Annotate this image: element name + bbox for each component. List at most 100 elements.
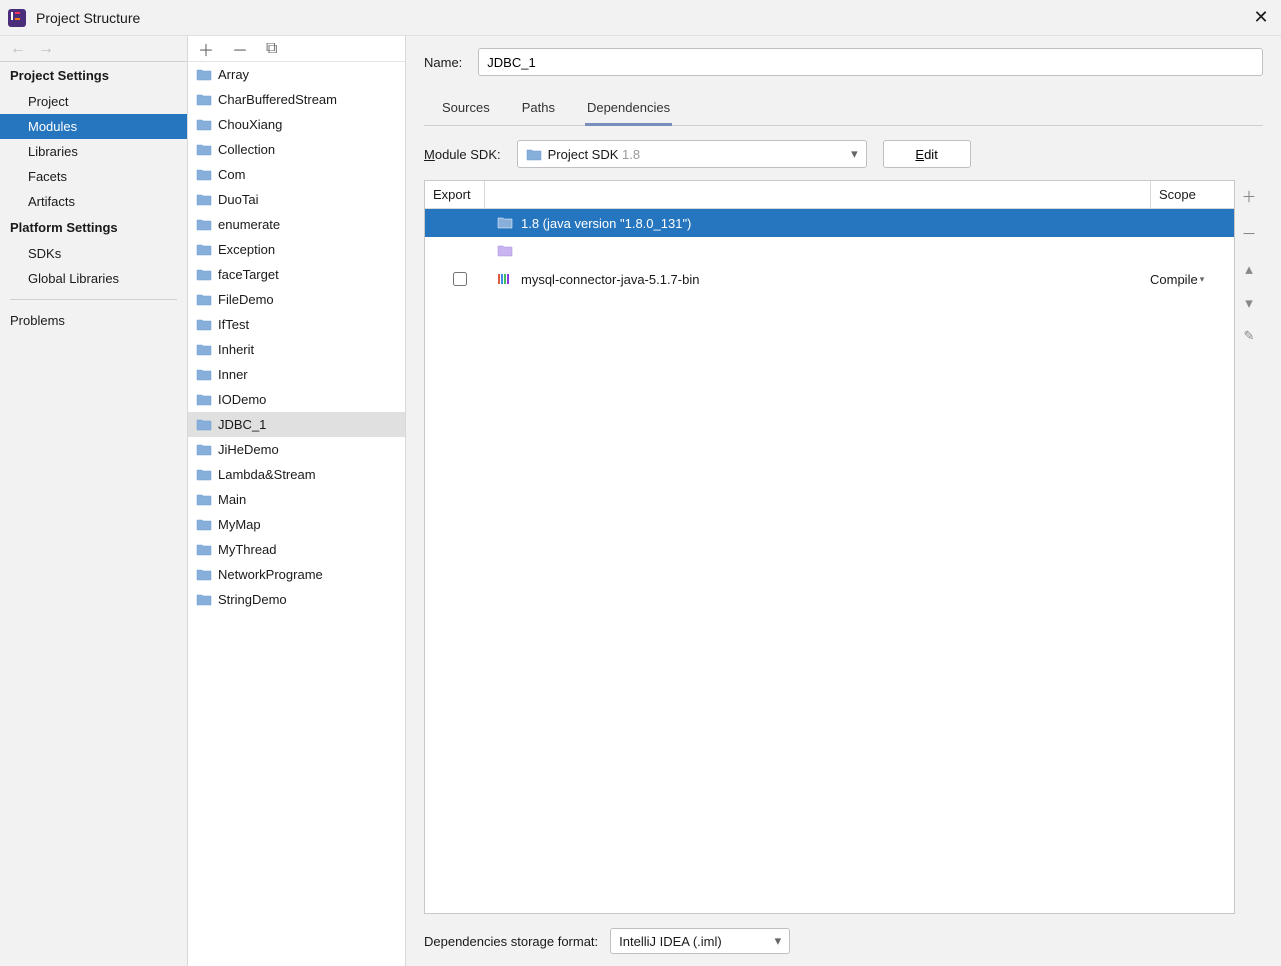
close-icon[interactable]: ✕ [1249,6,1273,30]
module-item-label: JDBC_1 [218,417,266,432]
folder-icon [196,118,212,131]
edit-sdk-button[interactable]: Edit [883,140,971,168]
module-item-label: JiHeDemo [218,442,279,457]
add-dep-icon[interactable]: ＋ [1241,186,1256,207]
module-item[interactable]: Lambda&Stream [188,462,405,487]
dependency-name: mysql-connector-java-5.1.7-bin [521,272,1142,287]
folder-icon [196,93,212,106]
module-item[interactable]: FileDemo [188,287,405,312]
chevron-down-icon: ▾ [851,146,858,162]
folder-icon [196,568,212,581]
tab-sources[interactable]: Sources [440,94,492,125]
sidebar-item-facets[interactable]: Facets [0,164,187,189]
module-item-label: Com [218,167,245,182]
tab-paths[interactable]: Paths [520,94,557,125]
nav-forward-icon[interactable]: → [38,40,54,58]
module-item[interactable]: MyThread [188,537,405,562]
scope-column-header[interactable]: Scope [1150,181,1234,208]
copy-module-icon[interactable]: ⧉ [266,40,277,58]
add-module-icon[interactable]: ＋ [198,37,214,61]
module-item-label: enumerate [218,217,280,232]
module-item-label: IODemo [218,392,266,407]
module-item[interactable]: JDBC_1 [188,412,405,437]
module-source-icon [497,244,513,258]
module-item-label: MyThread [218,542,277,557]
sidebar-item-global-libraries[interactable]: Global Libraries [0,266,187,291]
deps-actions: ＋ － ▴ ▾ ✎ [1235,180,1263,914]
export-checkbox[interactable] [453,272,467,286]
remove-module-icon[interactable]: － [232,37,248,61]
sidebar-item-project[interactable]: Project [0,89,187,114]
sidebar-item-sdks[interactable]: SDKs [0,241,187,266]
dependency-row[interactable] [425,237,1234,265]
titlebar: Project Structure ✕ [0,0,1281,36]
sidebar-item-libraries[interactable]: Libraries [0,139,187,164]
export-column-header[interactable]: Export [425,181,485,208]
module-item[interactable]: Array [188,62,405,87]
folder-icon [196,518,212,531]
module-item[interactable]: MyMap [188,512,405,537]
module-item[interactable]: ChouXiang [188,112,405,137]
deps-header: Export Scope [425,181,1234,209]
modules-toolbar: ＋ － ⧉ [188,36,405,62]
folder-icon [196,268,212,281]
sidebar-item-problems[interactable]: Problems [0,308,187,333]
module-item-label: Collection [218,142,275,157]
module-item-label: DuoTai [218,192,258,207]
module-name-input[interactable] [478,48,1263,76]
module-item[interactable]: Exception [188,237,405,262]
storage-format-value: IntelliJ IDEA (.iml) [619,934,768,949]
folder-icon [196,293,212,306]
module-item[interactable]: IODemo [188,387,405,412]
move-up-icon[interactable]: ▴ [1245,260,1253,278]
folder-icon [196,343,212,356]
module-item[interactable]: Inner [188,362,405,387]
module-item[interactable]: StringDemo [188,587,405,612]
sidebar-item-artifacts[interactable]: Artifacts [0,189,187,214]
dependency-row[interactable]: mysql-connector-java-5.1.7-binCompile ▾ [425,265,1234,293]
module-item[interactable]: Collection [188,137,405,162]
edit-dep-icon[interactable]: ✎ [1244,328,1255,344]
move-down-icon[interactable]: ▾ [1245,294,1253,312]
module-item-label: MyMap [218,517,261,532]
folder-icon [196,168,212,181]
folder-icon [196,468,212,481]
module-item[interactable]: DuoTai [188,187,405,212]
sdk-folder-icon [497,216,513,230]
folder-icon [526,148,542,161]
module-item[interactable]: NetworkPrograme [188,562,405,587]
module-item-label: Array [218,67,249,82]
storage-format-select[interactable]: IntelliJ IDEA (.iml) ▾ [610,928,790,954]
folder-icon [196,418,212,431]
main-column-header[interactable] [485,181,1150,208]
module-sdk-select[interactable]: Project SDK 1.8 ▾ [517,140,867,168]
module-item[interactable]: JiHeDemo [188,437,405,462]
folder-icon [196,193,212,206]
module-item-label: faceTarget [218,267,279,282]
module-item[interactable]: CharBufferedStream [188,87,405,112]
module-item-label: IfTest [218,317,249,332]
module-item-label: Exception [218,242,275,257]
folder-icon [196,493,212,506]
sidebar-divider [10,299,177,300]
settings-sidebar: ← → Project Settings Project Modules Lib… [0,36,188,966]
module-item[interactable]: Com [188,162,405,187]
module-item[interactable]: enumerate [188,212,405,237]
module-item-label: ChouXiang [218,117,282,132]
folder-icon [196,143,212,156]
tab-dependencies[interactable]: Dependencies [585,94,672,126]
module-item[interactable]: Main [188,487,405,512]
nav-back-icon[interactable]: ← [10,40,26,58]
module-item[interactable]: IfTest [188,312,405,337]
module-sdk-label: Module SDK: [424,147,501,162]
platform-settings-header: Platform Settings [0,214,187,241]
module-item[interactable]: Inherit [188,337,405,362]
module-item[interactable]: faceTarget [188,262,405,287]
sidebar-item-modules[interactable]: Modules [0,114,187,139]
dependency-row[interactable]: 1.8 (java version "1.8.0_131") [425,209,1234,237]
folder-icon [196,68,212,81]
storage-format-label: Dependencies storage format: [424,934,598,949]
remove-dep-icon[interactable]: － [1241,223,1256,244]
project-settings-header: Project Settings [0,62,187,89]
chevron-down-icon: ▾ [775,933,782,949]
